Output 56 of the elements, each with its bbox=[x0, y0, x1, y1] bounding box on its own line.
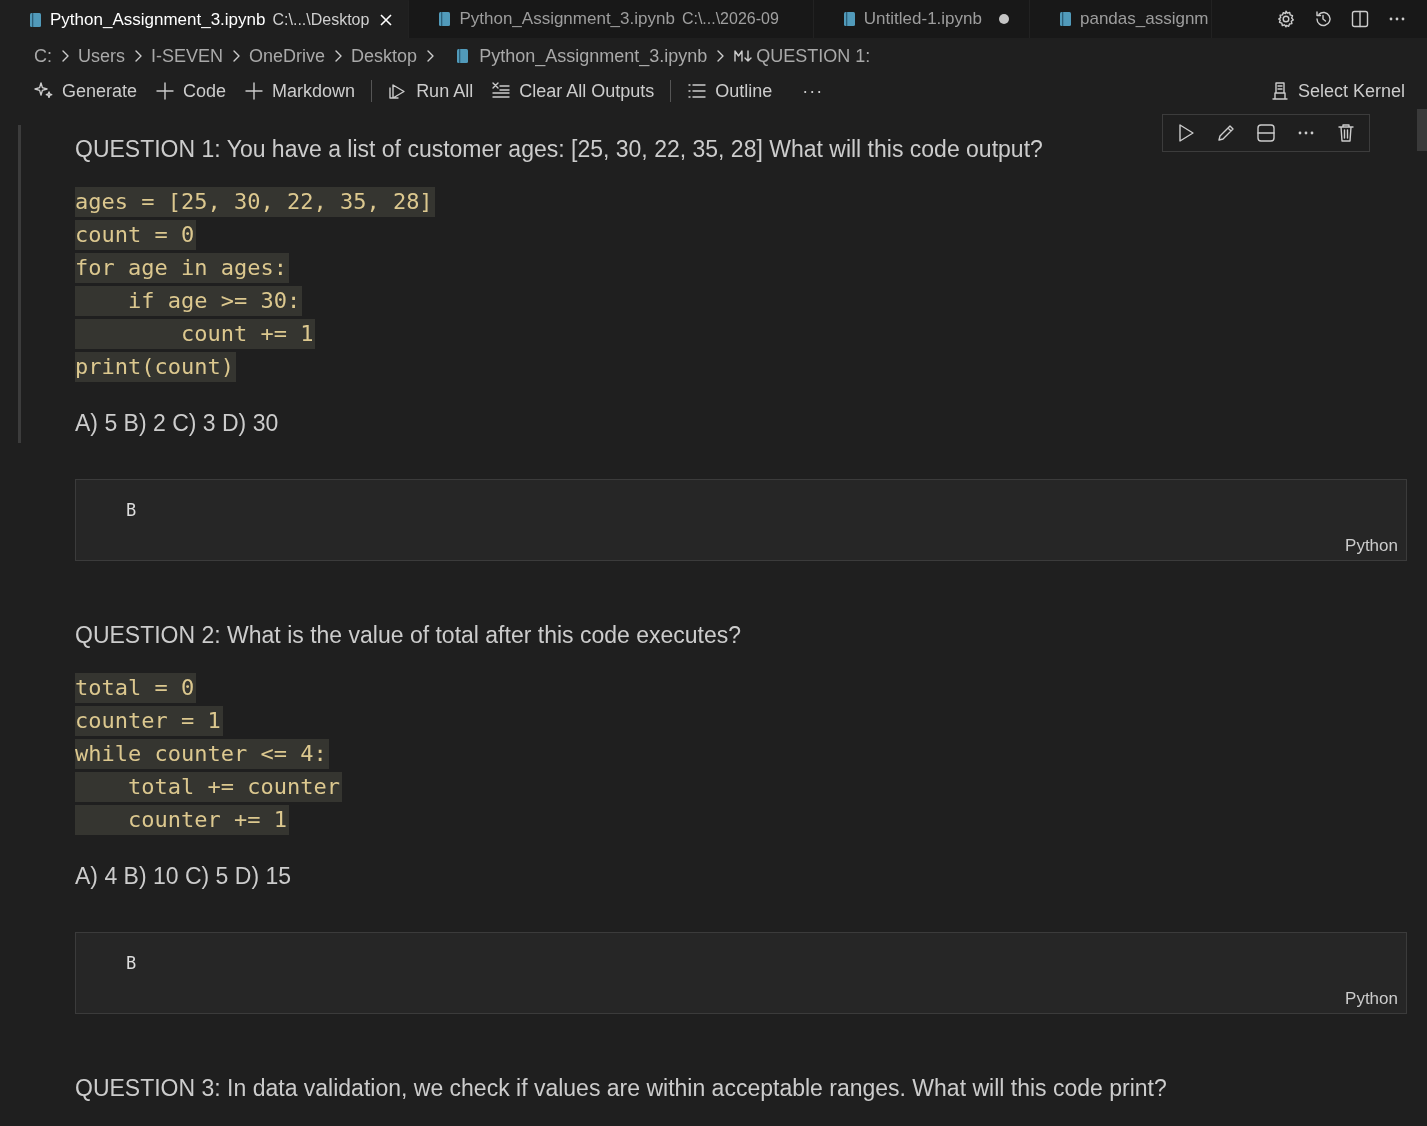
chevron-right-icon bbox=[333, 49, 344, 63]
breadcrumb-item[interactable]: OneDrive bbox=[249, 45, 326, 67]
scrollbar-thumb[interactable] bbox=[1417, 109, 1427, 151]
breadcrumb-item[interactable]: C: bbox=[34, 45, 52, 67]
file-path: C:\...\Desktop bbox=[272, 11, 370, 29]
toolbar-button[interactable]: Outline bbox=[681, 76, 779, 106]
sparkle-icon bbox=[34, 81, 54, 101]
select-kernel-button[interactable]: Select Kernel bbox=[1263, 76, 1411, 106]
settings-icon[interactable] bbox=[1276, 9, 1296, 29]
notebook-icon bbox=[437, 11, 453, 27]
toolbar-button[interactable]: Clear All Outputs bbox=[485, 76, 661, 106]
language-label[interactable]: Python bbox=[1345, 536, 1398, 556]
markdown-cell[interactable]: QUESTION 3: In data validation, we check if values are within acceptable ranges. What will this code print? bbox=[75, 1064, 1407, 1104]
toolbar-button[interactable]: Generate bbox=[28, 76, 144, 106]
clear-outputs-icon bbox=[491, 81, 512, 101]
question-text: QUESTION 2: What is the value of total after this code executes? bbox=[75, 621, 743, 650]
cell-source: B bbox=[126, 500, 137, 520]
chevron-right-icon bbox=[715, 49, 726, 63]
split-cell-icon[interactable] bbox=[1255, 122, 1277, 144]
toolbar-button[interactable]: Run All bbox=[382, 76, 480, 106]
markdown-icon bbox=[733, 49, 754, 63]
breadcrumb-item[interactable]: QUESTION 1: bbox=[733, 45, 871, 67]
cell-source: B bbox=[126, 953, 137, 973]
toolbar-button[interactable]: Markdown bbox=[238, 76, 362, 106]
plus-icon bbox=[244, 81, 265, 101]
language-label[interactable]: Python bbox=[1345, 989, 1398, 1009]
chevron-right-icon bbox=[231, 49, 242, 63]
question-text: QUESTION 3: In data validation, we check if values are within acceptable ranges. What will this code print? bbox=[75, 1074, 1168, 1103]
kernel-icon bbox=[1269, 81, 1290, 101]
close-icon[interactable] bbox=[378, 12, 395, 28]
chevron-right-icon bbox=[60, 49, 70, 63]
toolbar-button[interactable]: Code bbox=[149, 76, 233, 106]
chevron-right-icon bbox=[425, 49, 436, 63]
editor-tab[interactable]: Python_Assignment_3.ipynb C:\...\Desktop bbox=[0, 0, 410, 38]
notebook-icon bbox=[1057, 11, 1073, 27]
notebook-icon bbox=[28, 12, 43, 28]
list-icon bbox=[687, 81, 708, 101]
markdown-cell[interactable]: QUESTION 2: What is the value of total after this code executes? total = 0 counter = 1 while counter <= 4: total += counter counter += 1 A) 4 B) 10 C) 5 D) 15 bbox=[75, 611, 1407, 892]
breadcrumb-item[interactable]: Python_Assignment_3.ipynb bbox=[443, 45, 708, 67]
plus-icon bbox=[155, 81, 176, 101]
chevron-right-icon bbox=[133, 49, 143, 63]
more-button[interactable]: ··· bbox=[784, 76, 830, 106]
notebook-icon bbox=[841, 11, 857, 27]
answer-options: A) 4 B) 10 C) 5 D) 15 bbox=[75, 860, 1407, 892]
breadcrumb-item[interactable]: I-SEVEN bbox=[151, 45, 224, 67]
trash-icon[interactable] bbox=[1335, 122, 1357, 144]
split-editor-icon[interactable] bbox=[1350, 9, 1370, 29]
file-path: C:\...\2026-09 bbox=[681, 10, 779, 28]
code-cell[interactable]: B Python bbox=[75, 479, 1407, 561]
breadcrumb-item[interactable]: Desktop bbox=[351, 45, 418, 67]
history-icon[interactable] bbox=[1313, 9, 1333, 29]
question-text: QUESTION 1: You have a list of customer ages: [25, 30, 22, 35, 28] What will this code output? bbox=[75, 135, 1044, 164]
answer-options: A) 5 B) 2 C) 3 D) 30 bbox=[75, 407, 1407, 439]
notebook-icon bbox=[455, 48, 471, 64]
code-cell[interactable]: B Python bbox=[75, 932, 1407, 1014]
breadcrumb-item[interactable]: Users bbox=[78, 45, 125, 67]
